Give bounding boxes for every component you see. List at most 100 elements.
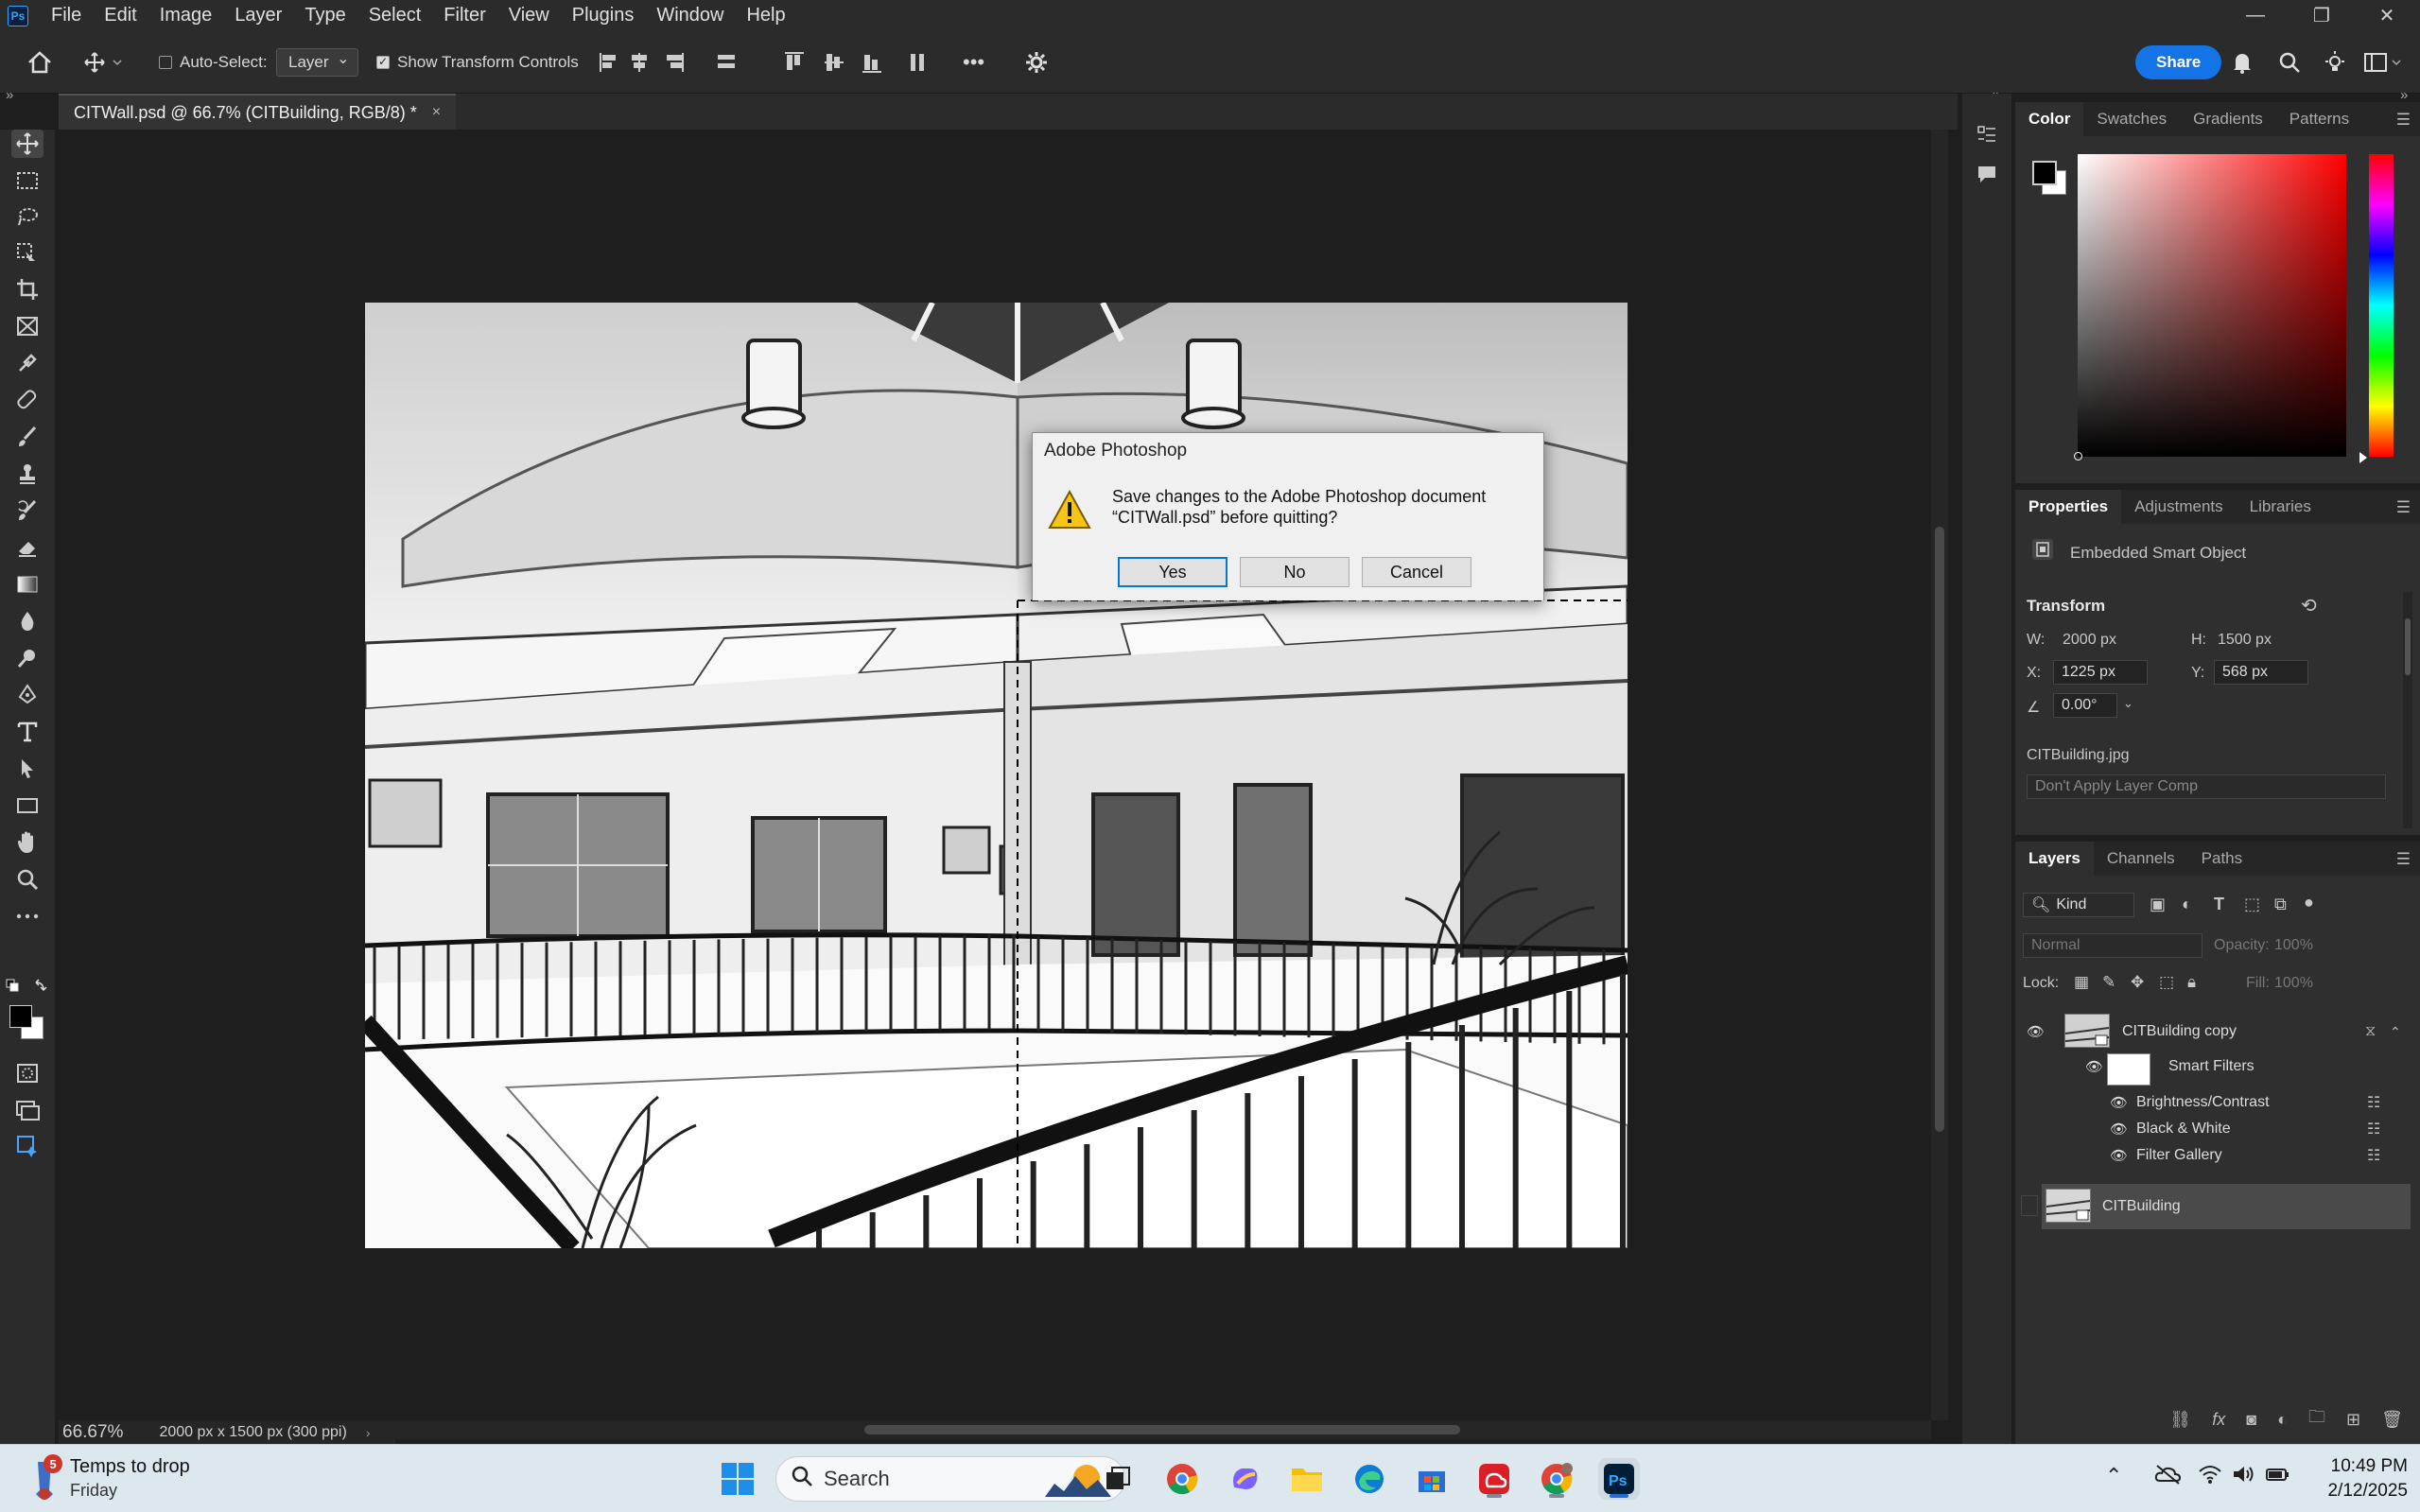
yes-button[interactable]: Yes — [1118, 557, 1227, 587]
hue-slider-handle-icon[interactable] — [2359, 452, 2367, 463]
filter-visibility-eye-icon[interactable]: 👁︎ — [2110, 1094, 2128, 1111]
screen-mode-icon[interactable] — [13, 1096, 42, 1124]
tab-libraries[interactable]: Libraries — [2237, 490, 2324, 524]
layer-visibility-off-toggle[interactable] — [2021, 1195, 2038, 1216]
generative-ai-icon[interactable] — [13, 1132, 42, 1160]
color-panel-fg-bg-swatch[interactable] — [2032, 161, 2070, 199]
add-mask-icon[interactable]: ◙ — [2246, 1410, 2256, 1430]
layer-filter-kind-dropdown[interactable]: 🔍︎ Kind — [2023, 893, 2134, 917]
workspace-switcher-icon[interactable] — [2364, 31, 2402, 94]
task-view-icon[interactable] — [1097, 1458, 1139, 1500]
x-position-field[interactable]: 1225 px — [2053, 660, 2148, 685]
menu-edit[interactable]: Edit — [104, 5, 136, 26]
share-button[interactable]: Share — [2135, 45, 2222, 79]
zoom-tool-icon[interactable] — [13, 865, 42, 894]
fill-value[interactable]: 100% — [2274, 975, 2313, 992]
crop-tool-icon[interactable] — [13, 275, 42, 304]
tab-properties[interactable]: Properties — [2015, 490, 2122, 524]
blend-mode-dropdown[interactable]: Normal — [2023, 933, 2202, 958]
menu-layer[interactable]: Layer — [235, 5, 282, 26]
saturation-brightness-field[interactable] — [2074, 154, 2346, 461]
new-layer-icon[interactable]: ⊞ — [2346, 1410, 2360, 1430]
move-tool-preset-icon[interactable] — [83, 31, 125, 94]
eraser-tool-icon[interactable] — [13, 533, 42, 562]
new-group-folder-icon[interactable]: 🗀︎ — [2308, 1405, 2325, 1434]
file-explorer-icon[interactable] — [1286, 1458, 1328, 1500]
menu-view[interactable]: View — [509, 5, 549, 26]
filter-row-filter-gallery[interactable]: 👁︎ Filter Gallery ☷ — [2015, 1142, 2412, 1169]
edge-icon[interactable] — [1349, 1458, 1390, 1500]
link-layers-icon[interactable]: ⛓︎ — [2169, 1410, 2191, 1430]
horizontal-scroll-thumb[interactable] — [864, 1425, 1460, 1434]
layer-row-smart-filters[interactable]: 👁︎ Smart Filters — [2015, 1053, 2412, 1086]
lock-all-icon[interactable]: 🔒︎ — [2187, 973, 2196, 992]
quick-mask-icon[interactable] — [13, 1059, 42, 1087]
show-transform-controls-checkbox[interactable]: Show Transform Controls — [376, 31, 579, 94]
properties-panel-menu-icon[interactable]: ☰ — [2396, 498, 2411, 517]
weather-day[interactable]: Friday — [70, 1481, 117, 1501]
taskbar-clock-time[interactable]: 10:49 PM — [2317, 1456, 2408, 1477]
layer-name[interactable]: CITBuilding copy — [2122, 1023, 2237, 1040]
menu-file[interactable]: File — [51, 5, 81, 26]
lock-transparent-pixels-icon[interactable]: ▦ — [2074, 973, 2089, 992]
menu-select[interactable]: Select — [369, 5, 422, 26]
tab-gradients[interactable]: Gradients — [2180, 102, 2276, 136]
smart-filter-options-icon[interactable]: ⧖ — [2365, 1023, 2376, 1040]
menu-help[interactable]: Help — [746, 5, 785, 26]
smart-filters-visibility-eye-icon[interactable]: 👁︎ — [2085, 1058, 2103, 1075]
filter-blending-options-icon[interactable]: ☷ — [2367, 1120, 2380, 1138]
properties-scrollbar[interactable] — [2403, 592, 2412, 828]
horizontal-scrollbar[interactable] — [395, 1420, 1931, 1439]
menu-type[interactable]: Type — [305, 5, 345, 26]
collapse-effects-icon[interactable]: ⌃ — [2390, 1024, 2401, 1040]
eyedropper-tool-icon[interactable] — [13, 349, 42, 377]
layer-row-citbuilding[interactable]: CITBuilding — [2042, 1184, 2411, 1229]
filter-name[interactable]: Black & White — [2136, 1121, 2231, 1138]
comments-panel-icon[interactable] — [1975, 162, 1999, 186]
layer-comp-dropdown[interactable]: Don't Apply Layer Comp — [2027, 774, 2386, 799]
home-icon[interactable] — [26, 31, 53, 94]
angle-dropdown-icon[interactable]: ⌄ — [2123, 696, 2133, 711]
tab-channels[interactable]: Channels — [2094, 842, 2188, 876]
vertical-scroll-thumb[interactable] — [1935, 527, 1944, 1132]
copilot-icon[interactable] — [1224, 1458, 1265, 1500]
filter-smart-objects-icon[interactable]: ⧉ — [2274, 895, 2287, 914]
no-button[interactable]: No — [1240, 557, 1349, 587]
object-selection-tool-icon[interactable] — [13, 239, 42, 268]
path-selection-tool-icon[interactable] — [13, 755, 42, 783]
weather-headline[interactable]: Temps to drop — [70, 1456, 190, 1478]
clone-stamp-tool-icon[interactable] — [13, 460, 42, 488]
microsoft-store-icon[interactable] — [1411, 1458, 1453, 1500]
rectangle-tool-icon[interactable] — [13, 791, 42, 820]
document-tab[interactable]: CITWall.psd @ 66.7% (CITBuilding, RGB/8)… — [59, 94, 457, 130]
filter-row-black-white[interactable]: 👁︎ Black & White ☷ — [2015, 1116, 2412, 1142]
y-position-field[interactable]: 568 px — [2214, 660, 2308, 685]
filter-row-brightness-contrast[interactable]: 👁︎ Brightness/Contrast ☷ — [2015, 1089, 2412, 1116]
auto-select-checkbox[interactable]: Auto-Select: — [159, 31, 268, 94]
zoom-level[interactable]: 66.67% — [62, 1422, 123, 1443]
history-brush-tool-icon[interactable] — [13, 496, 42, 525]
hand-tool-icon[interactable] — [13, 828, 42, 857]
panel-collapse-right-icon[interactable]: » — [2400, 87, 2408, 103]
tab-layers[interactable]: Layers — [2015, 842, 2094, 876]
status-expand-icon[interactable]: › — [366, 1425, 371, 1440]
brush-tool-icon[interactable] — [13, 423, 42, 451]
filter-adjustment-layers-icon[interactable]: ◐ — [2182, 895, 2192, 914]
filter-type-layers-icon[interactable]: T — [2214, 895, 2224, 914]
default-swap-colors-icon[interactable] — [6, 979, 49, 998]
menu-window[interactable]: Window — [656, 5, 723, 26]
rectangular-marquee-tool-icon[interactable] — [13, 166, 42, 195]
tab-color[interactable]: Color — [2015, 102, 2084, 136]
lock-artboard-icon[interactable]: ⬚ — [2159, 973, 2174, 992]
height-value[interactable]: 1500 px — [2218, 632, 2272, 649]
layer-name[interactable]: CITBuilding — [2102, 1198, 2181, 1215]
filter-name[interactable]: Filter Gallery — [2136, 1147, 2222, 1164]
type-tool-icon[interactable] — [13, 718, 42, 746]
battery-icon[interactable] — [2266, 1464, 2290, 1489]
more-options-icon[interactable]: ••• — [963, 31, 984, 94]
notifications-bell-icon[interactable] — [2232, 31, 2253, 94]
filter-blending-options-icon[interactable]: ☷ — [2367, 1093, 2380, 1112]
auto-select-check-icon[interactable] — [159, 56, 172, 69]
gradient-tool-icon[interactable] — [13, 570, 42, 599]
transform-check-icon[interactable] — [376, 55, 390, 69]
